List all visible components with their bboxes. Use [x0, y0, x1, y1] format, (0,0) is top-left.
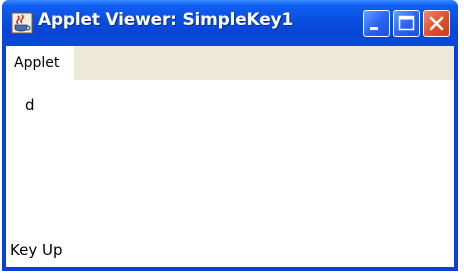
- java-coffee-cup-icon: [11, 12, 33, 34]
- client-area: Applet d Key Up: [6, 46, 454, 267]
- applet-viewer-window: Applet Viewer: SimpleKey1 Applet d Key U…: [2, 0, 458, 271]
- maximize-button[interactable]: [393, 10, 420, 37]
- status-bar-text: Key Up: [10, 241, 63, 259]
- minimize-button[interactable]: [363, 10, 390, 37]
- menu-applet[interactable]: Applet: [6, 46, 74, 80]
- title-bar[interactable]: Applet Viewer: SimpleKey1: [2, 0, 458, 46]
- minimize-icon: [370, 27, 378, 30]
- menu-bar: Applet: [6, 46, 454, 80]
- window-title: Applet Viewer: SimpleKey1: [38, 10, 294, 30]
- maximize-icon: [398, 15, 415, 31]
- applet-canvas[interactable]: d Key Up: [6, 80, 454, 267]
- typed-character: d: [25, 96, 35, 114]
- close-icon: [429, 16, 444, 31]
- close-button[interactable]: [423, 10, 450, 37]
